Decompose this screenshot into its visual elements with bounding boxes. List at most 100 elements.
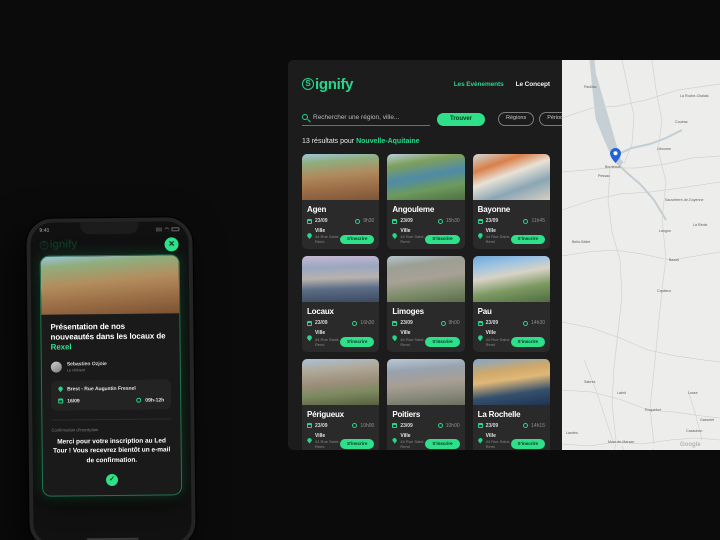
event-card-address: 44 Rue Saint-Remi bbox=[400, 336, 425, 347]
nav-link-evenements[interactable]: Les Evènements bbox=[454, 81, 504, 88]
map-watermark: Google bbox=[680, 442, 701, 448]
map-label: Sauveterre-de-Guyenne bbox=[665, 198, 704, 202]
modal-title-text: Présentation de nos nouveautés dans les … bbox=[50, 321, 166, 342]
search-input[interactable]: Rechercher une région, ville... bbox=[302, 112, 430, 126]
calendar-icon bbox=[392, 218, 398, 224]
map-panel[interactable]: Pauillac La Roche-Chalais Coutras Libourne B… bbox=[562, 60, 720, 450]
map-label: Landes bbox=[566, 431, 578, 435]
clock-icon bbox=[136, 397, 142, 403]
event-card-image bbox=[472, 358, 550, 405]
map-pin-icon bbox=[307, 335, 312, 342]
modal-title: Présentation de nos nouveautés dans les … bbox=[50, 321, 170, 353]
phone-brand-name: ignify bbox=[49, 238, 78, 251]
event-card[interactable]: Angouleme 23/09 15h30 Ville 44 Rue Saint-Rem… bbox=[387, 154, 465, 250]
event-card-address: 44 Rue Saint-Remi bbox=[315, 438, 340, 449]
desktop-app-panel: S ignify Les Evènements Le Concept Reche… bbox=[288, 60, 720, 450]
calendar-icon bbox=[477, 218, 483, 224]
modal-hero-image bbox=[40, 255, 180, 315]
clock-icon bbox=[440, 320, 446, 326]
map-pin-icon bbox=[307, 437, 312, 444]
phone-brand-logo: S ignify bbox=[39, 237, 179, 251]
signup-button[interactable]: S'inscrire bbox=[339, 234, 375, 245]
filter-chip-regions[interactable]: Régions bbox=[498, 112, 535, 126]
event-card-title: Périgueux bbox=[307, 409, 344, 419]
signup-button[interactable]: S'inscrire bbox=[425, 337, 460, 347]
event-card[interactable]: La Rochelle 23/09 14h15 Ville 44 Rue Saint-R… bbox=[472, 358, 550, 450]
event-card-address: 44 Rue Saint-Remi bbox=[315, 234, 340, 245]
map-label: Sabres bbox=[584, 380, 596, 384]
event-card-date: 23/09 bbox=[485, 320, 499, 327]
event-card[interactable]: Limoges 23/09 9h00 Ville 44 Rue Saint-Remi S'… bbox=[387, 256, 465, 352]
nav-link-concept[interactable]: Le Concept bbox=[516, 81, 551, 88]
map-label: Mont-de-Marsan bbox=[608, 440, 634, 444]
event-time: 09h-12h bbox=[145, 397, 165, 404]
signup-button[interactable]: S'inscrire bbox=[339, 439, 375, 449]
event-card[interactable]: Périgueux 23/09 10h00 Ville 44 Rue Saint-Rem… bbox=[302, 358, 380, 450]
search-placeholder: Rechercher une région, ville... bbox=[313, 113, 400, 121]
phone-screen: 9:41 S ignify REXELVille23/09S'inscrireS… bbox=[30, 221, 192, 540]
phone-mockup: 9:41 S ignify REXELVille23/09S'inscrireS… bbox=[26, 217, 196, 540]
event-card[interactable]: Pau 23/09 14h30 Ville 44 Rue Saint-Remi S'ins… bbox=[472, 256, 550, 352]
map-label: La Réole bbox=[693, 223, 707, 227]
clock-icon bbox=[437, 423, 443, 428]
map-label: Belin-Béliet bbox=[572, 240, 590, 244]
signify-logo-icon: S bbox=[302, 78, 314, 90]
map-label: Bazas bbox=[669, 258, 679, 262]
map-pin-icon bbox=[392, 335, 398, 342]
status-icons bbox=[156, 227, 180, 232]
speaker-name: Sebastien Ozjoie bbox=[66, 360, 107, 368]
app-header: S ignify Les Evènements Le Concept bbox=[302, 74, 550, 94]
event-card-title: Angouleme bbox=[392, 205, 435, 214]
event-card-date: 23/09 bbox=[485, 422, 499, 429]
map-label: Bordeaux bbox=[605, 165, 621, 169]
event-card-date: 23/09 bbox=[400, 320, 413, 327]
clock-icon bbox=[523, 320, 529, 326]
calendar-icon bbox=[307, 423, 312, 428]
map-label: Coutras bbox=[675, 120, 688, 124]
signup-button[interactable]: S'inscrire bbox=[510, 234, 545, 245]
map-marker-bordeaux[interactable] bbox=[610, 148, 621, 163]
calendar-icon bbox=[392, 320, 398, 326]
event-card-time: 15h30 bbox=[445, 218, 460, 224]
status-time: 9:41 bbox=[39, 227, 50, 234]
event-card[interactable]: Poitiers 23/09 10h00 Ville 44 Rue Saint-Remi… bbox=[387, 358, 465, 450]
signup-button[interactable]: S'inscrire bbox=[510, 337, 545, 347]
map-label: Cazaubon bbox=[686, 429, 702, 433]
speaker-role: Le référent bbox=[66, 367, 86, 373]
find-button[interactable]: Trouver bbox=[437, 112, 486, 126]
event-card-image bbox=[472, 256, 550, 303]
confirmation-label: Confirmation d'inscription bbox=[51, 426, 99, 433]
signal-icon bbox=[156, 227, 163, 232]
confirmation-check-wrap: ✓ bbox=[52, 473, 172, 487]
signup-button[interactable]: S'inscrire bbox=[425, 439, 460, 449]
modal-divider bbox=[51, 418, 172, 421]
results-count: 13 résultats pour Nouvelle-Aquitaine bbox=[302, 138, 550, 145]
signup-button[interactable]: S'inscrire bbox=[510, 439, 545, 449]
event-card-title: Poitiers bbox=[392, 409, 421, 419]
event-card-time: 14h30 bbox=[531, 320, 545, 327]
event-card[interactable]: Agen 23/09 9h30 Ville 44 Rue Saint-Remi S'ins… bbox=[302, 154, 380, 250]
brand-logo[interactable]: S ignify bbox=[302, 75, 354, 93]
calendar-icon bbox=[477, 320, 483, 326]
signup-button[interactable]: S'inscrire bbox=[339, 337, 375, 347]
brand-name: ignify bbox=[315, 75, 354, 93]
event-datetime-row: 16/09 09h-12h bbox=[58, 397, 164, 404]
map-pin-icon bbox=[392, 437, 398, 444]
clock-icon bbox=[523, 218, 529, 224]
event-card-image bbox=[302, 358, 380, 405]
event-card-time: 16h30 bbox=[360, 320, 375, 327]
event-card[interactable]: Bayonne 23/09 11h45 Ville 44 Rue Saint-Remi S… bbox=[472, 154, 550, 250]
results-count-text: 13 résultats pour bbox=[302, 138, 357, 145]
signup-button[interactable]: S'inscrire bbox=[425, 234, 460, 245]
map-pin-icon bbox=[392, 233, 398, 240]
map-pin-icon bbox=[307, 233, 312, 240]
close-icon[interactable]: ✕ bbox=[164, 237, 179, 252]
event-card-address: 44 Rue Saint-Remi bbox=[485, 336, 511, 347]
event-card-date: 23/09 bbox=[400, 218, 413, 224]
event-confirmation-modal: Présentation de nos nouveautés dans les … bbox=[39, 254, 183, 497]
event-card-time: 9h00 bbox=[448, 320, 460, 327]
event-card[interactable]: Locaux 23/09 16h30 Ville 44 Rue Saint-Remi S'… bbox=[302, 256, 380, 352]
map-canvas: Pauillac La Roche-Chalais Coutras Libourne B… bbox=[562, 60, 720, 450]
search-icon bbox=[302, 114, 308, 120]
event-card-address: 44 Rue Saint-Remi bbox=[315, 336, 340, 347]
